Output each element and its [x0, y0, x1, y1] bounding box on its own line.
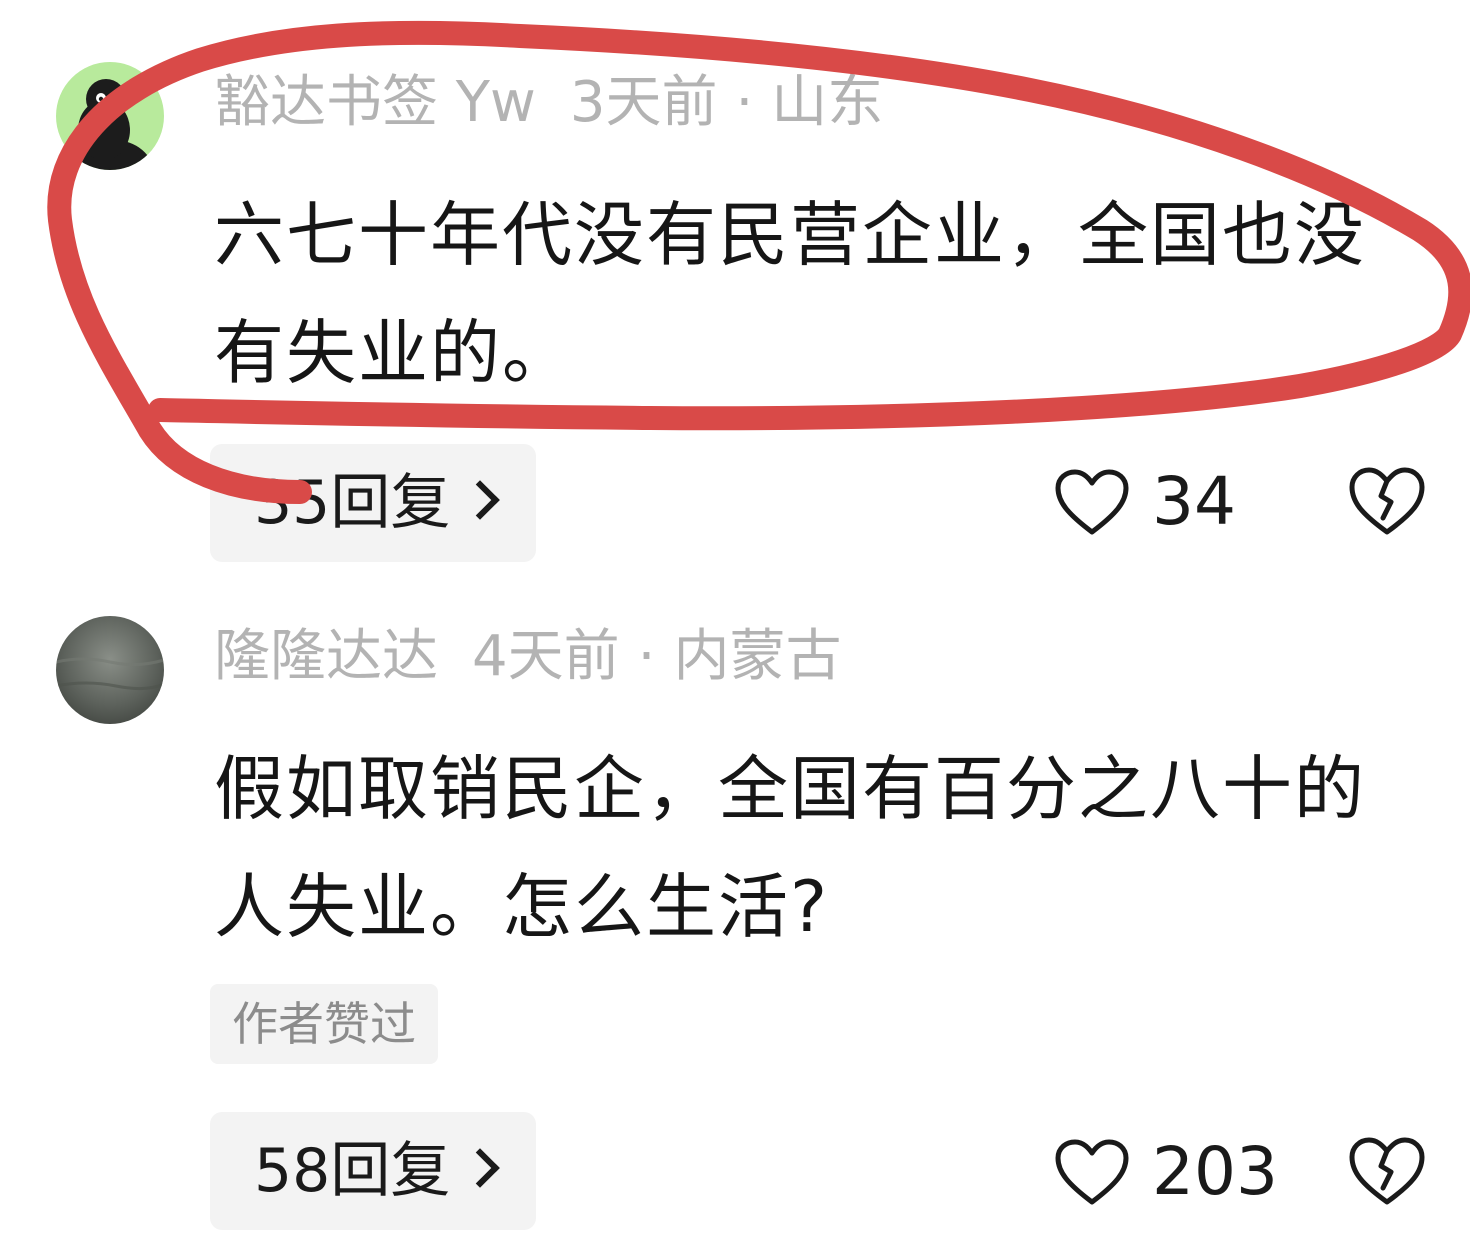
username[interactable]: 隆隆达达: [214, 624, 438, 689]
broken-heart-icon: [1349, 467, 1425, 535]
author-liked-badge: 作者赞过: [210, 984, 438, 1064]
comment-time: 3天前: [569, 70, 718, 135]
comment-meta: 豁达书签 Yw 3天前 · 山东: [214, 68, 883, 138]
broken-heart-icon: [1349, 1137, 1425, 1205]
replies-button[interactable]: 58回复: [210, 1112, 536, 1230]
heart-outline-icon: [1055, 469, 1129, 535]
heart-outline-icon: [1055, 1139, 1129, 1205]
meta-separator: ·: [637, 624, 656, 689]
gray-photo-avatar-icon: [56, 616, 164, 724]
comment-time: 4天前: [472, 624, 620, 689]
chevron-right-icon: [460, 480, 501, 521]
replies-button[interactable]: 35回复: [210, 444, 536, 562]
dislike-button[interactable]: [1348, 466, 1426, 536]
comment-location: 山东: [771, 70, 884, 135]
avatar[interactable]: [56, 616, 164, 724]
comment-meta: 隆隆达达 4天前 · 内蒙古: [214, 622, 841, 692]
like-button[interactable]: 203: [1054, 1132, 1278, 1212]
cartoon-avatar-icon: [56, 62, 164, 170]
avatar[interactable]: [56, 62, 164, 170]
like-count: 34: [1152, 463, 1236, 540]
like-count: 203: [1152, 1133, 1278, 1210]
comment-location: 内蒙古: [673, 624, 842, 689]
replies-label: 58回复: [254, 1136, 451, 1206]
like-button[interactable]: 34: [1054, 462, 1236, 542]
comment-text: 假如取销民企，全国有百分之八十的人失业。怎么生活?: [214, 748, 1366, 948]
replies-label: 35回复: [254, 468, 451, 538]
chevron-right-icon: [460, 1148, 501, 1189]
comment-text: 六七十年代没有民营企业，全国也没有失业的。: [214, 194, 1366, 394]
meta-separator: ·: [735, 70, 754, 135]
dislike-button[interactable]: [1348, 1136, 1426, 1206]
username[interactable]: 豁达书签 Yw: [214, 70, 536, 135]
